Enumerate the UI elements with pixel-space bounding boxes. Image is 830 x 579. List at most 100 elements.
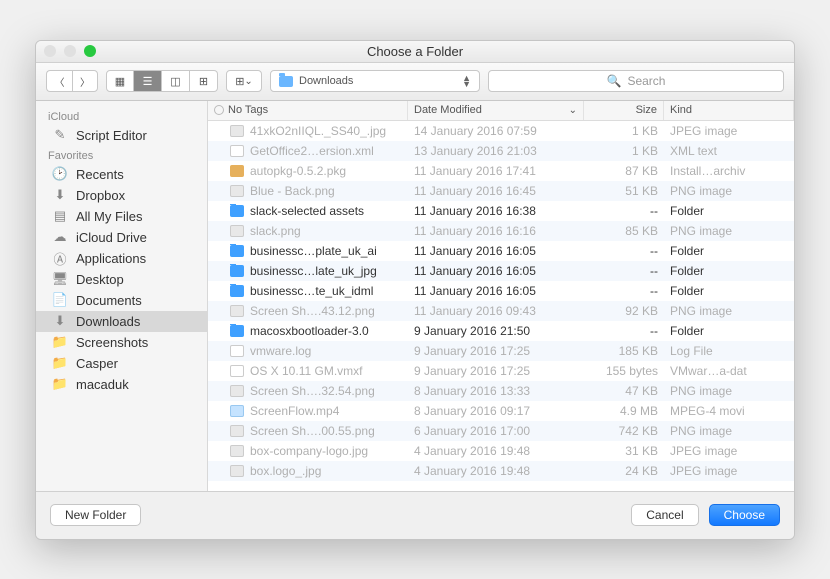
file-size: 24 KB: [584, 464, 664, 478]
doc-icon: [230, 365, 244, 377]
file-kind: JPEG image: [664, 464, 794, 478]
file-kind: MPEG-4 movi: [664, 404, 794, 418]
file-kind: XML text: [664, 144, 794, 158]
back-button[interactable]: 〈: [46, 70, 72, 92]
new-folder-button[interactable]: New Folder: [50, 504, 141, 526]
sidebar-item-label: Desktop: [76, 272, 124, 287]
file-size: 1 KB: [584, 144, 664, 158]
file-name: businessc…plate_uk_ai: [250, 244, 377, 258]
sidebar-item-casper[interactable]: 📁Casper: [36, 353, 207, 374]
sidebar-item-dropbox[interactable]: ⬇Dropbox: [36, 185, 207, 206]
chevron-down-icon: ⌄: [569, 105, 577, 116]
dropbox-icon: ⬇: [52, 188, 68, 202]
path-dropdown[interactable]: Downloads ▲▼: [270, 70, 480, 92]
file-size: 185 KB: [584, 344, 664, 358]
forward-button[interactable]: 〉: [72, 70, 98, 92]
file-date: 11 January 2016 16:05: [408, 284, 584, 298]
folder-icon: [279, 76, 293, 87]
file-row: box-company-logo.jpg4 January 2016 19:48…: [208, 441, 794, 461]
icon-view-button[interactable]: ▦: [106, 70, 134, 92]
chevron-right-icon: 〉: [80, 74, 90, 89]
img-icon: [230, 425, 244, 437]
column-size[interactable]: Size: [584, 101, 664, 120]
sidebar-item-label: Recents: [76, 167, 124, 182]
titlebar: Choose a Folder: [36, 41, 794, 63]
path-label: Downloads: [299, 75, 353, 87]
choose-button[interactable]: Choose: [709, 504, 780, 526]
updown-icon: ▲▼: [462, 75, 471, 87]
file-row[interactable]: businessc…plate_uk_ai11 January 2016 16:…: [208, 241, 794, 261]
sidebar-item-label: macaduk: [76, 377, 129, 392]
sidebar-item-documents[interactable]: 📄Documents: [36, 290, 207, 311]
chevron-down-icon: ⌄: [244, 76, 252, 87]
sidebar-item-downloads[interactable]: ⬇Downloads: [36, 311, 207, 332]
img-icon: [230, 125, 244, 137]
sidebar-item-label: Casper: [76, 356, 118, 371]
file-date: 9 January 2016 17:25: [408, 344, 584, 358]
file-size: --: [584, 324, 664, 338]
sidebar-item-screenshots[interactable]: 📁Screenshots: [36, 332, 207, 353]
file-name: Blue - Back.png: [250, 184, 335, 198]
file-name: GetOffice2…ersion.xml: [250, 144, 374, 158]
column-headers: No Tags Date Modified⌄ Size Kind: [208, 101, 794, 121]
file-kind: PNG image: [664, 384, 794, 398]
column-kind[interactable]: Kind: [664, 101, 794, 120]
file-kind: JPEG image: [664, 124, 794, 138]
file-size: 742 KB: [584, 424, 664, 438]
list-view-button[interactable]: ☰: [134, 70, 162, 92]
file-row[interactable]: businessc…te_uk_idml11 January 2016 16:0…: [208, 281, 794, 301]
sidebar-item-label: Downloads: [76, 314, 140, 329]
chevron-left-icon: 〈: [55, 74, 65, 89]
file-date: 11 January 2016 17:41: [408, 164, 584, 178]
sidebar-item-label: All My Files: [76, 209, 142, 224]
sidebar: iCloud✎Script EditorFavorites🕑Recents⬇Dr…: [36, 101, 208, 491]
file-name: slack.png: [250, 224, 301, 238]
file-row: 41xkO2nIIQL._SS40_.jpg14 January 2016 07…: [208, 121, 794, 141]
file-kind: Folder: [664, 264, 794, 278]
sidebar-item-recents[interactable]: 🕑 Recents: [36, 164, 207, 185]
file-name: box.logo_.jpg: [250, 464, 321, 478]
app-icon: Ⓐ: [52, 251, 68, 265]
img-icon: [230, 225, 244, 237]
file-row[interactable]: macosxbootloader-3.09 January 2016 21:50…: [208, 321, 794, 341]
sidebar-item-all-my-files[interactable]: ▤All My Files: [36, 206, 207, 227]
file-name: box-company-logo.jpg: [250, 444, 368, 458]
file-date: 11 January 2016 16:38: [408, 204, 584, 218]
file-row: box.logo_.jpg4 January 2016 19:4824 KBJP…: [208, 461, 794, 481]
sidebar-item-label: Screenshots: [76, 335, 148, 350]
search-icon: 🔍: [607, 74, 622, 88]
sidebar-item-macaduk[interactable]: 📁macaduk: [36, 374, 207, 395]
folder-icon: [230, 285, 244, 297]
file-size: 1 KB: [584, 124, 664, 138]
file-name: slack-selected assets: [250, 204, 364, 218]
group-button[interactable]: ⊞ ⌄: [226, 70, 262, 92]
file-size: 87 KB: [584, 164, 664, 178]
column-view-button[interactable]: ◫: [162, 70, 190, 92]
file-kind: PNG image: [664, 304, 794, 318]
search-field[interactable]: 🔍 Search: [488, 70, 784, 92]
sidebar-item-applications[interactable]: ⒶApplications: [36, 248, 207, 269]
main-panel: No Tags Date Modified⌄ Size Kind 41xkO2n…: [208, 101, 794, 491]
mov-icon: [230, 405, 244, 417]
file-row: vmware.log9 January 2016 17:25185 KBLog …: [208, 341, 794, 361]
file-name: 41xkO2nIIQL._SS40_.jpg: [250, 124, 386, 138]
sidebar-item-icloud-drive[interactable]: ☁iCloud Drive: [36, 227, 207, 248]
box-icon: [230, 165, 244, 177]
file-name: Screen Sh….00.55.png: [250, 424, 375, 438]
column-date[interactable]: Date Modified⌄: [408, 101, 584, 120]
file-kind: Folder: [664, 204, 794, 218]
gallery-view-button[interactable]: ⊞: [190, 70, 218, 92]
file-chooser-window: Choose a Folder 〈 〉 ▦ ☰ ◫ ⊞ ⊞ ⌄ Download…: [35, 40, 795, 540]
sidebar-item-script-editor[interactable]: ✎Script Editor: [36, 125, 207, 146]
file-row[interactable]: businessc…late_uk_jpg11 January 2016 16:…: [208, 261, 794, 281]
cancel-button[interactable]: Cancel: [631, 504, 698, 526]
file-row: OS X 10.11 GM.vmxf9 January 2016 17:2515…: [208, 361, 794, 381]
file-row: Blue - Back.png11 January 2016 16:4551 K…: [208, 181, 794, 201]
sidebar-item-desktop[interactable]: 🖥Desktop: [36, 269, 207, 290]
file-date: 11 January 2016 16:45: [408, 184, 584, 198]
doc-icon: [230, 345, 244, 357]
column-name[interactable]: No Tags: [208, 101, 408, 120]
clock-icon: 🕑: [52, 167, 68, 181]
file-row[interactable]: slack-selected assets 11 January 2016 16:…: [208, 201, 794, 221]
file-date: 11 January 2016 16:16: [408, 224, 584, 238]
